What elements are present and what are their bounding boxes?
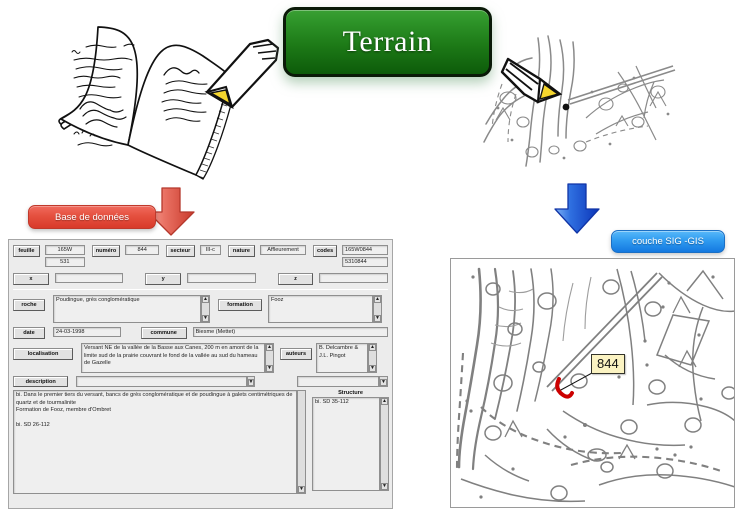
terrain-banner[interactable]: Terrain — [283, 7, 492, 77]
database-pill[interactable]: Base de données — [28, 205, 156, 229]
label-description: description — [13, 376, 69, 387]
label-y: y — [145, 273, 182, 285]
scroll-up-icon[interactable]: ▲ — [381, 398, 388, 405]
label-localisation: localisation — [13, 348, 73, 360]
field-commune[interactable]: Biesme (Mettet) — [192, 327, 388, 337]
scroll-down-icon[interactable]: ▼ — [247, 379, 255, 386]
label-formation: formation — [218, 299, 262, 311]
scrollbar-structure-header[interactable]: ▼ — [379, 376, 388, 387]
form-divider — [13, 289, 388, 290]
scroll-up-icon[interactable]: ▲ — [374, 296, 381, 303]
scroll-down-icon[interactable]: ▼ — [381, 483, 388, 490]
sketch-map-pencil-icon — [468, 22, 693, 175]
scroll-down-icon[interactable]: ▼ — [380, 379, 387, 386]
gis-point-callout[interactable]: 844 — [591, 354, 625, 374]
gis-map-canvas — [455, 267, 734, 503]
workflow-diagram: Terrain Base de données couche SIG -GIS … — [0, 0, 743, 513]
form-row-coordinates: x y z — [13, 273, 388, 285]
scrollbar-auteurs[interactable]: ▲ ▼ — [368, 343, 377, 373]
field-auteurs[interactable]: B. Delcambre & J.L. Pingot — [316, 343, 368, 373]
label-commune: commune — [140, 327, 187, 339]
scroll-up-icon[interactable]: ▲ — [266, 344, 273, 351]
scrollbar-structure[interactable]: ▲ ▼ — [380, 397, 389, 491]
label-structure: Structure — [338, 390, 363, 396]
form-row-identification: feuille 165W 531 numéro 844 secteur III-… — [13, 245, 388, 267]
field-formation[interactable]: Fooz — [268, 295, 373, 323]
scrollbar-formation[interactable]: ▲ ▼ — [373, 295, 382, 323]
label-numero: numéro — [91, 245, 121, 257]
database-pill-label: Base de données — [55, 211, 129, 223]
form-row-roche-formation: roche Poudingue, grès conglomératique ▲ … — [13, 295, 388, 323]
field-codes[interactable]: 165W0844 — [341, 245, 388, 255]
scroll-down-icon[interactable]: ▼ — [298, 486, 305, 493]
form-row-date-commune: date 24-03-1998 commune Biesme (Mettet) — [13, 327, 388, 339]
label-roche: roche — [13, 299, 45, 311]
notebook-pencil-icon — [40, 12, 285, 192]
label-nature: nature — [228, 245, 255, 257]
scrollbar-localisation[interactable]: ▲ ▼ — [265, 343, 274, 373]
field-numero[interactable]: 844 — [125, 245, 160, 255]
terrain-banner-label: Terrain — [342, 25, 433, 58]
field-description[interactable]: bi. Dans le premier tiers du versant, ba… — [13, 390, 297, 494]
field-structure-header[interactable] — [297, 376, 380, 387]
scroll-down-icon[interactable]: ▼ — [202, 315, 209, 322]
field-y[interactable] — [187, 273, 256, 283]
arrow-down-blue-icon — [548, 182, 606, 241]
label-x: x — [13, 273, 49, 285]
form-row-localisation-auteurs: localisation Versant NE de la vallée de … — [13, 343, 388, 373]
scroll-down-icon[interactable]: ▼ — [266, 365, 273, 372]
scroll-up-icon[interactable]: ▲ — [369, 344, 376, 351]
form-row-description-label: description ▼ ▼ — [13, 376, 388, 387]
field-z[interactable] — [319, 273, 388, 283]
label-codes: codes — [313, 245, 337, 257]
field-feuille-2[interactable]: 531 — [44, 257, 85, 267]
field-structure[interactable]: bi. SD 35-112 — [312, 397, 380, 491]
field-description-header[interactable] — [76, 376, 247, 387]
scrollbar-description-header[interactable]: ▼ — [246, 376, 256, 387]
field-codes-2[interactable]: 5310844 — [341, 257, 388, 267]
gis-map[interactable]: 844 — [450, 258, 735, 508]
field-secteur[interactable]: III-c — [199, 245, 222, 255]
scroll-down-icon[interactable]: ▼ — [369, 365, 376, 372]
scroll-down-icon[interactable]: ▼ — [374, 315, 381, 322]
field-localisation[interactable]: Versant NE de la vallée de la Basse aux … — [81, 343, 265, 373]
gis-layer-pill-label: couche SIG -GIS — [632, 236, 704, 247]
scroll-up-icon[interactable]: ▲ — [202, 296, 209, 303]
field-x[interactable] — [54, 273, 124, 283]
label-z: z — [277, 273, 314, 285]
field-date[interactable]: 24-03-1998 — [52, 327, 121, 337]
form-row-description-structure: bi. Dans le premier tiers du versant, ba… — [13, 390, 389, 494]
label-auteurs: auteurs — [280, 348, 312, 360]
scrollbar-roche[interactable]: ▲ ▼ — [201, 295, 210, 323]
label-feuille: feuille — [13, 245, 40, 257]
label-date: date — [13, 327, 45, 339]
field-feuille[interactable]: 165W — [44, 245, 85, 255]
gis-layer-pill[interactable]: couche SIG -GIS — [611, 230, 725, 253]
label-secteur: secteur — [166, 245, 195, 257]
scrollbar-description[interactable]: ▼ — [297, 390, 306, 494]
field-nature[interactable]: Affleurement — [259, 245, 307, 255]
field-roche[interactable]: Poudingue, grès conglomératique — [53, 295, 201, 323]
database-record-form[interactable]: feuille 165W 531 numéro 844 secteur III-… — [8, 239, 393, 509]
